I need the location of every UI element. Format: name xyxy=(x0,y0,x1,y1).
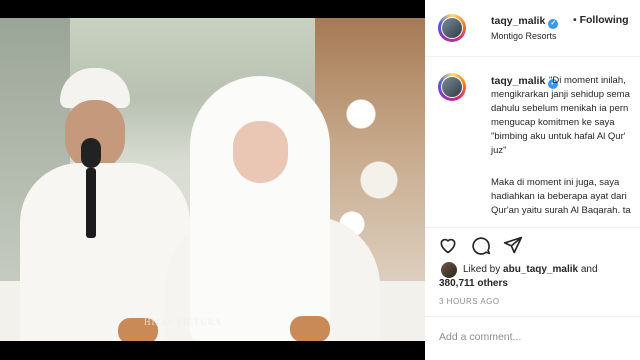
verified-icon: ✓ xyxy=(548,19,559,29)
liked-by-text: Liked by abu_taqy_malik and xyxy=(463,264,598,275)
caption-line: dahulu sebelum menikah ia pern xyxy=(491,103,629,114)
caption-line: Maka di moment ini juga, saya xyxy=(491,177,620,188)
photo-watermark: HIJAS PICTURA xyxy=(144,317,223,327)
caption-avatar[interactable] xyxy=(438,73,466,101)
following-button[interactable]: • Following xyxy=(573,14,629,26)
liked-by-user[interactable]: abu_taqy_malik xyxy=(503,264,578,275)
caption-line: "Di moment inilah, xyxy=(549,75,626,86)
caption-line: hadiahkan ia beberapa ayat dari xyxy=(491,191,627,202)
caption-line: juz" xyxy=(491,145,507,156)
microphone xyxy=(81,138,101,238)
caption-line: mengucap komitmen ke saya xyxy=(491,117,615,128)
comment-input[interactable]: Add a comment... xyxy=(439,331,521,343)
post-header: taqy_malik ✓ • Following Montigo Resorts xyxy=(425,0,640,57)
share-icon[interactable] xyxy=(503,235,523,255)
bride-face xyxy=(233,121,288,183)
caption: taqy_malik ✓ "Di moment inilah, mengikrar… xyxy=(425,57,640,227)
location-link[interactable]: Montigo Resorts xyxy=(491,31,557,41)
caption-line: "bimbing aku untuk hafal Al Qur' xyxy=(491,131,626,142)
liker-avatar[interactable] xyxy=(441,262,457,278)
post-timestamp[interactable]: 3 HOURS AGO xyxy=(439,297,500,306)
comment-icon[interactable] xyxy=(471,235,491,255)
caption-line: mengikrarkan janji sehidup sema xyxy=(491,89,630,100)
post-photo[interactable]: HIJAS PICTURA xyxy=(0,18,425,341)
heart-icon[interactable] xyxy=(438,235,458,255)
post-side-panel: taqy_malik ✓ • Following Montigo Resorts … xyxy=(425,0,640,360)
author-avatar[interactable] xyxy=(438,14,466,42)
bride-veil xyxy=(190,76,330,341)
hands-right xyxy=(290,316,330,341)
likes-count[interactable]: 380,711 others xyxy=(439,278,508,289)
bride xyxy=(165,76,380,341)
divider xyxy=(425,316,640,317)
author-username[interactable]: taqy_malik ✓ xyxy=(491,15,559,29)
caption-line: Qur'an yaitu surah Al Baqarah. ta xyxy=(491,205,631,216)
divider xyxy=(425,227,640,228)
